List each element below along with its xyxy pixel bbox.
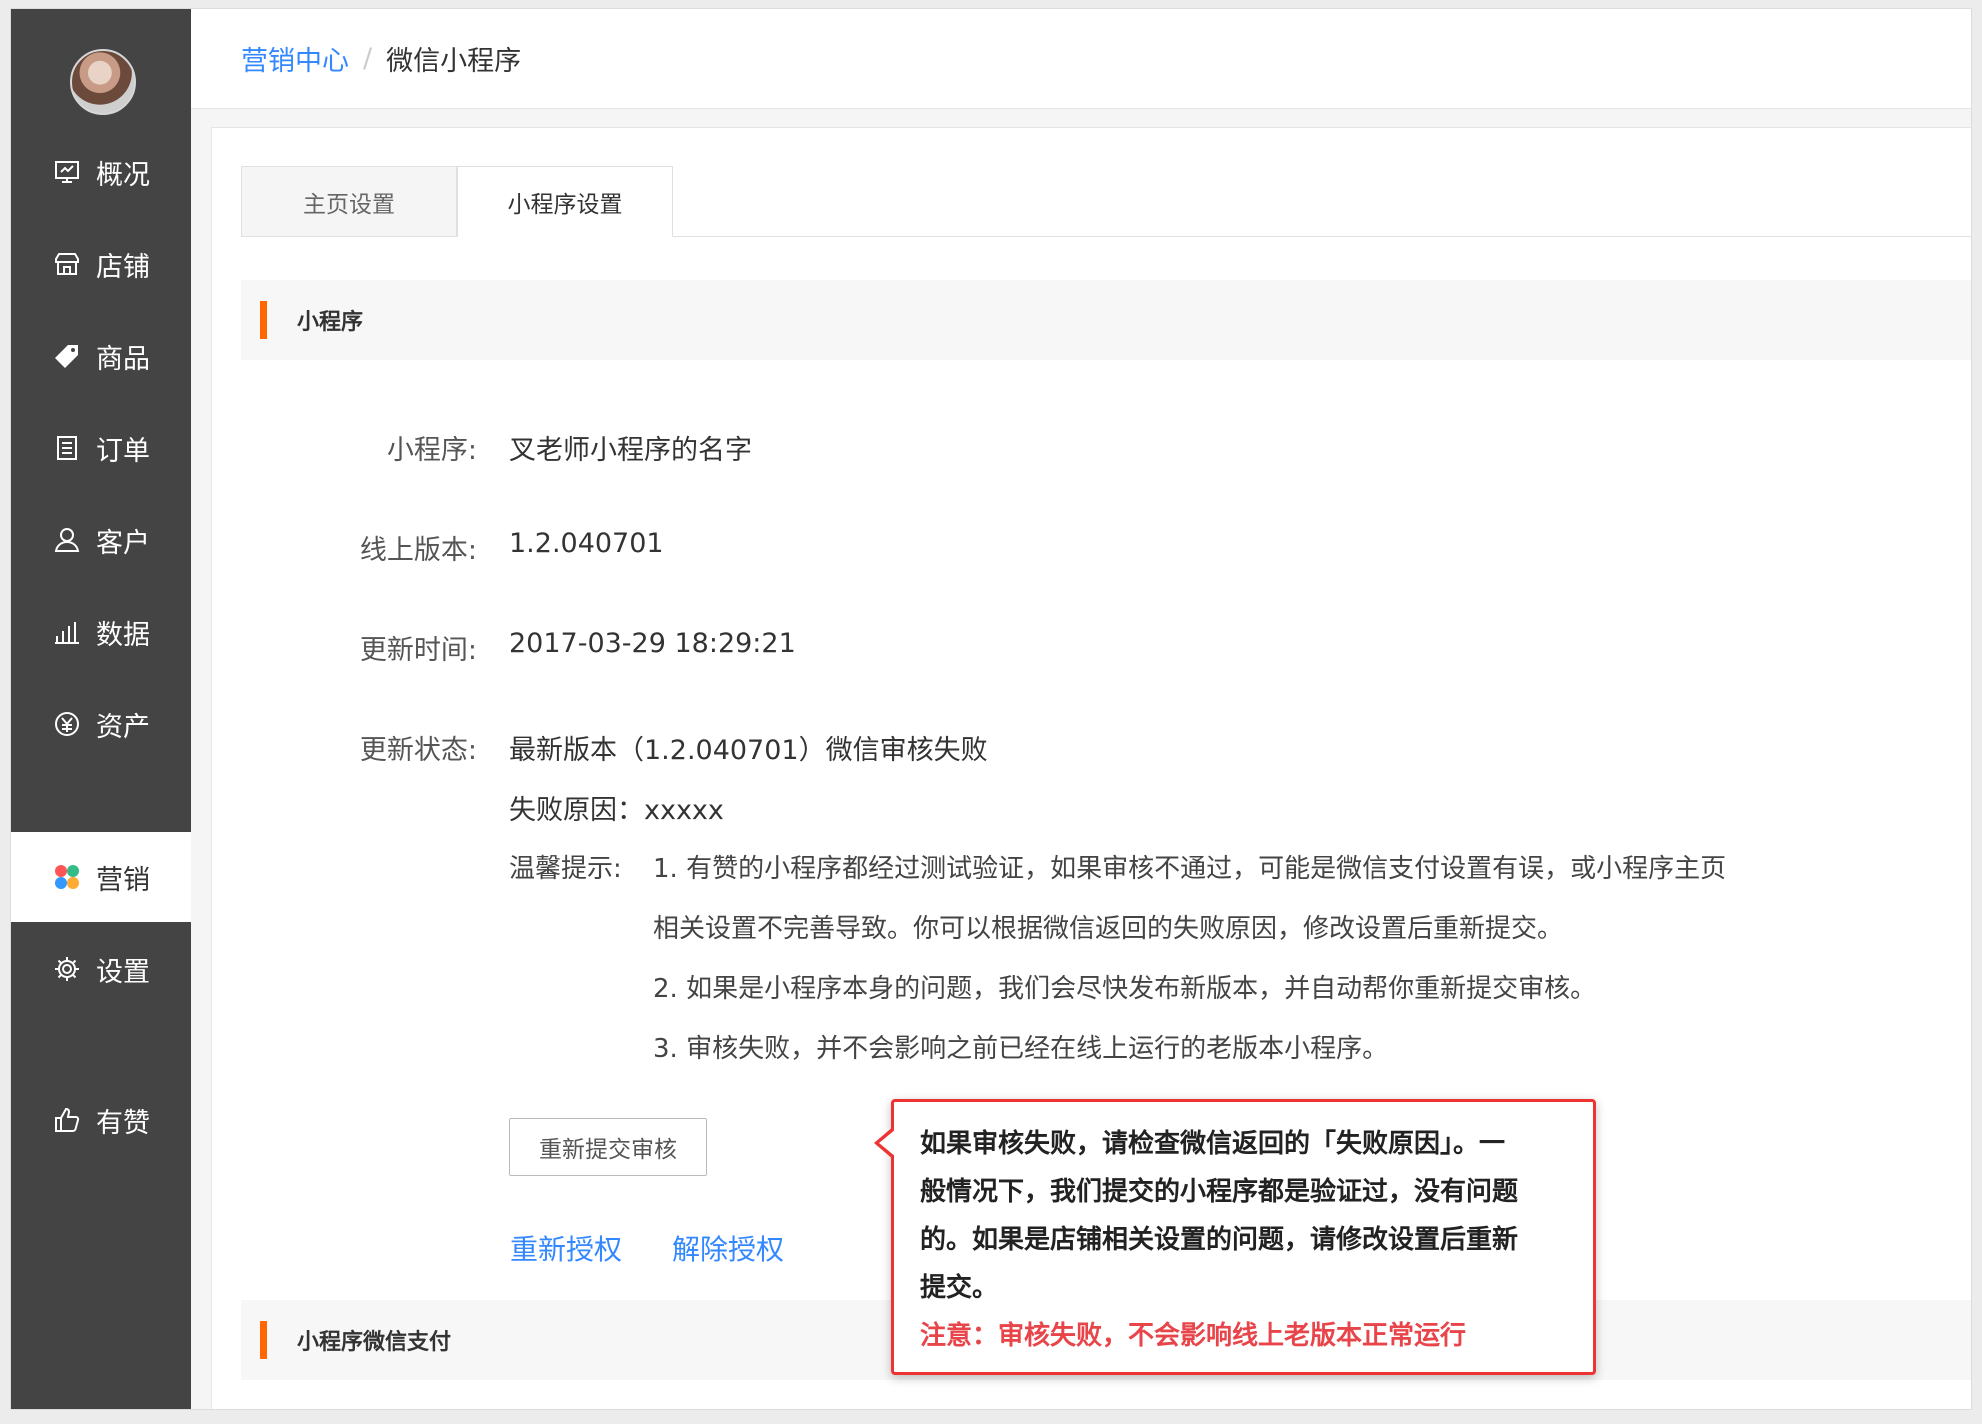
sidebar-item-label: 设置 — [96, 956, 150, 988]
sidebar-item-label: 数据 — [96, 619, 150, 651]
online-version-label: 线上版本: — [359, 535, 477, 566]
sidebar-item-label: 订单 — [96, 435, 150, 467]
tab-home-settings[interactable]: 主页设置 — [241, 166, 457, 236]
overview-icon — [52, 157, 82, 187]
tip-line: 2. 如果是小程序本身的问题，我们会尽快发布新版本，并自动帮你重新提交审核。 — [653, 974, 1597, 1004]
marketing-clover-icon — [52, 862, 82, 892]
sidebar-item-data[interactable]: 数据 — [11, 587, 191, 677]
update-status-value: 最新版本（1.2.040701）微信审核失败 — [509, 735, 988, 766]
tip-line: 相关设置不完善导致。你可以根据微信返回的失败原因，修改设置后重新提交。 — [653, 914, 1564, 944]
section-accent-bar — [260, 301, 267, 339]
annotation-callout: 如果审核失败，请检查微信返回的「失败原因」。一 般情况下，我们提交的小程序都是验… — [874, 1099, 1596, 1375]
breadcrumb-separator: / — [363, 43, 373, 74]
sidebar-item-label: 有赞 — [96, 1107, 150, 1139]
update-status-label: 更新状态: — [359, 735, 477, 766]
tip-line: 1. 有赞的小程序都经过测试验证，如果审核不通过，可能是微信支付设置有误，或小程… — [653, 854, 1727, 884]
callout-warning: 注意：审核失败，不会影响线上老版本正常运行 — [920, 1321, 1467, 1351]
failure-reason: 失败原因：xxxxx — [509, 795, 724, 826]
sidebar-item-overview[interactable]: 概况 — [11, 127, 191, 217]
section-title: 小程序 — [297, 310, 364, 335]
thumbs-up-icon — [52, 1105, 82, 1135]
resubmit-review-button[interactable]: 重新提交审核 — [509, 1118, 707, 1176]
sidebar-item-label: 概况 — [96, 159, 150, 191]
callout-line: 如果审核失败，请检查微信返回的「失败原因」。一 — [920, 1129, 1506, 1159]
user-icon — [52, 525, 82, 555]
sidebar-item-products[interactable]: 商品 — [11, 311, 191, 401]
miniprogram-name-label: 小程序: — [386, 435, 477, 466]
callout-line: 的。如果是店铺相关设置的问题，请修改设置后重新 — [920, 1225, 1519, 1255]
breadcrumb-current: 微信小程序 — [386, 46, 522, 77]
store-icon — [52, 249, 82, 279]
sidebar-item-settings[interactable]: 设置 — [11, 924, 191, 1014]
sidebar-item-label: 店铺 — [96, 251, 150, 283]
callout-pointer-fill — [879, 1129, 896, 1157]
sidebar-item-label: 营销 — [96, 864, 150, 896]
callout-line: 提交。 — [920, 1273, 999, 1303]
section-accent-bar — [260, 1321, 267, 1359]
bar-chart-icon — [52, 617, 82, 647]
section-header-miniprogram: 小程序 — [241, 280, 1971, 360]
callout-line: 般情况下，我们提交的小程序都是验证过，没有问题 — [920, 1177, 1519, 1207]
gear-icon — [52, 954, 82, 984]
revoke-authorization-link[interactable]: 解除授权 — [672, 1228, 784, 1268]
section-title: 小程序微信支付 — [297, 1330, 452, 1355]
breadcrumb: 营销中心 / 微信小程序 — [191, 9, 1971, 109]
yuan-icon — [52, 709, 82, 739]
sidebar-item-customers[interactable]: 客户 — [11, 495, 191, 585]
tab-miniprogram-settings[interactable]: 小程序设置 — [457, 166, 673, 237]
sidebar-item-orders[interactable]: 订单 — [11, 403, 191, 493]
tab-bar: 主页设置 小程序设置 — [241, 166, 1971, 237]
sidebar-item-assets[interactable]: 资产 — [11, 679, 191, 769]
tips-label: 温馨提示: — [509, 854, 622, 884]
sidebar-item-label: 资产 — [96, 711, 150, 743]
sidebar-item-label: 客户 — [96, 527, 150, 559]
breadcrumb-parent-link[interactable]: 营销中心 — [241, 39, 349, 78]
reauthorize-link[interactable]: 重新授权 — [510, 1228, 622, 1268]
sidebar-item-label: 商品 — [96, 343, 150, 375]
update-time-label: 更新时间: — [359, 635, 477, 666]
app-window: 概况 店铺 商品 订单 客户 数据 资产 营销 设置 有赞 营销中心 / 微信小… — [10, 8, 1972, 1410]
sidebar: 概况 店铺 商品 订单 客户 数据 资产 营销 设置 有赞 — [11, 9, 191, 1409]
online-version-value: 1.2.040701 — [509, 528, 664, 559]
tag-icon — [52, 341, 82, 371]
tip-line: 3. 审核失败，并不会影响之前已经在线上运行的老版本小程序。 — [653, 1034, 1389, 1064]
avatar[interactable] — [70, 49, 136, 115]
sidebar-item-marketing[interactable]: 营销 — [11, 832, 191, 922]
order-list-icon — [52, 433, 82, 463]
update-time-value: 2017-03-29 18:29:21 — [509, 628, 796, 659]
sidebar-item-store[interactable]: 店铺 — [11, 219, 191, 309]
sidebar-item-youzan[interactable]: 有赞 — [11, 1075, 191, 1165]
miniprogram-name-value: 叉老师小程序的名字 — [509, 435, 752, 466]
